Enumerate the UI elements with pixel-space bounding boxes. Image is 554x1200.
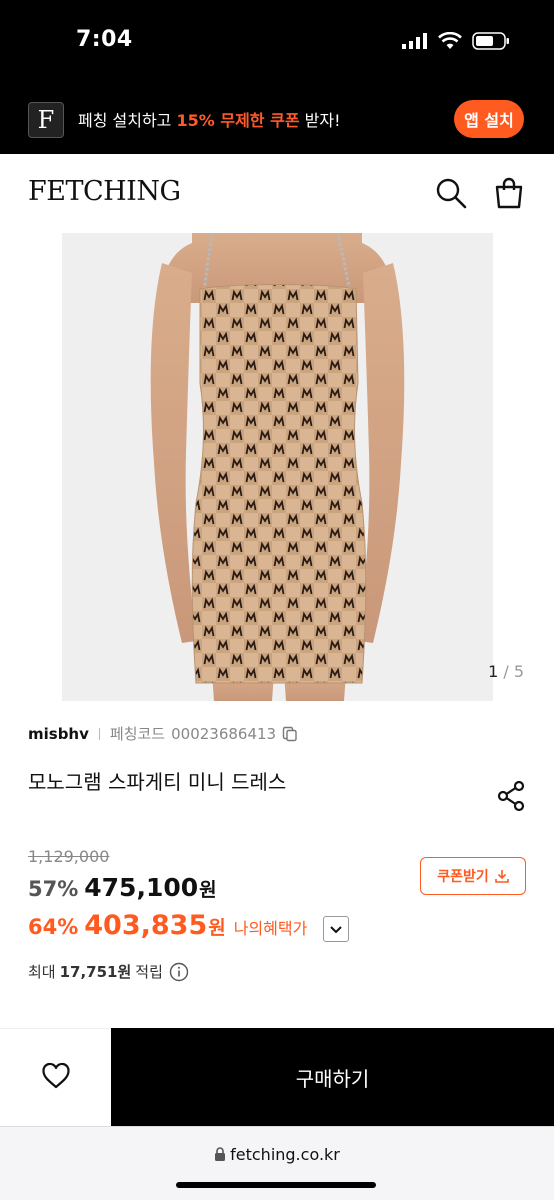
promo-text: 페칭 설치하고 15% 무제한 쿠폰 받자! [78,107,341,131]
benefit-expand-button[interactable] [323,916,349,942]
promo-text-pre: 페칭 설치하고 [78,111,177,130]
status-time: 7:04 [76,27,133,52]
product-code-label: 페칭코드 [109,725,166,743]
app-promo-banner: F 페칭 설치하고 15% 무제한 쿠폰 받자! 앱 설치 [0,84,554,154]
benefit-price: 403,835 [84,910,208,941]
battery-icon [472,32,509,50]
currency-label: 원 [199,879,217,901]
wifi-icon [438,32,462,49]
points-prefix: 최대 [28,963,56,981]
image-counter-current: 1 [488,662,499,681]
sale-price-row: 57% 475,100 원 [28,873,217,902]
url-text: fetching.co.kr [230,1145,340,1164]
image-counter-separator: / [498,662,514,681]
divider [98,727,100,740]
promo-text-post: 받자! [299,111,341,130]
status-icons [402,32,510,50]
brand-link[interactable]: misbhv [28,725,89,743]
points-suffix: 적립 [135,963,163,981]
points-row: 최대 17,751원 적립 [28,961,189,982]
wishlist-button[interactable] [0,1028,111,1126]
get-coupon-label: 쿠폰받기 [437,869,489,885]
product-photo-dress [62,233,493,701]
copy-icon[interactable] [282,726,298,742]
discount-rate: 57% [28,877,79,901]
status-bar: 7:04 [0,0,554,84]
product-image[interactable] [62,233,493,701]
home-indicator [176,1182,376,1188]
get-coupon-button[interactable]: 쿠폰받기 [420,857,526,895]
sale-price: 475,100 [84,873,199,902]
image-counter-total: 5 [513,662,524,681]
share-icon[interactable] [496,780,526,812]
info-icon[interactable] [169,962,189,982]
points-value: 17,751원 [59,963,132,981]
search-icon[interactable] [434,176,468,210]
benefit-discount-rate: 64% [28,915,79,939]
site-header: FETCHING [0,154,554,232]
brand-code-row: misbhv 페칭코드 00023686413 [28,723,298,744]
benefit-price-row: 64% 403,835 원 나의혜택가 [28,910,307,941]
install-app-button[interactable]: 앱 설치 [454,100,524,138]
fetching-app-logo: F [28,102,64,138]
signal-icon [402,33,427,49]
product-title: 모노그램 스파게티 미니 드레스 [28,770,287,794]
download-icon [494,870,509,883]
lock-icon [215,1147,226,1161]
benefit-label: 나의혜택가 [233,919,308,938]
heart-icon [41,1062,70,1089]
benefit-currency-label: 원 [208,917,226,939]
site-logo[interactable]: FETCHING [28,176,181,207]
chevron-down-icon [330,926,342,934]
original-price: 1,129,000 [28,847,110,866]
product-code-value: 00023686413 [171,724,277,743]
browser-url-bar[interactable]: fetching.co.kr [0,1126,554,1200]
buy-button[interactable]: 구매하기 [111,1028,554,1126]
image-counter: 1 / 5 [488,662,524,681]
url-display[interactable]: fetching.co.kr [0,1145,554,1164]
shopping-bag-icon[interactable] [492,176,526,210]
promo-text-highlight: 15% 무제한 쿠폰 [176,111,300,130]
